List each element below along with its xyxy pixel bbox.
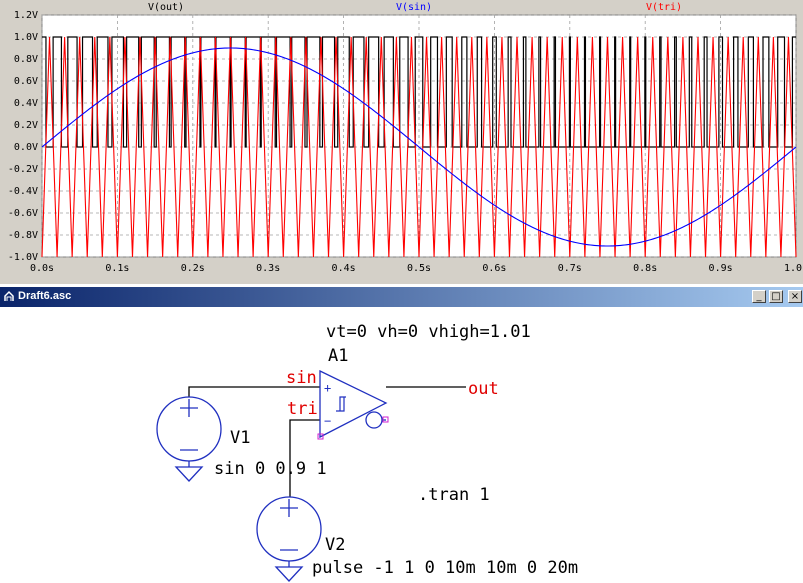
- schematic-window-titlebar[interactable]: Draft6.asc _ □ ×: [0, 287, 803, 307]
- ground-icon[interactable]: [174, 466, 204, 482]
- net-label-out[interactable]: out: [468, 379, 499, 399]
- hysteresis-icon: [336, 396, 346, 412]
- x-tick-label: 0.6s: [482, 263, 506, 274]
- x-tick-label: 0.9s: [709, 263, 733, 274]
- v1-value[interactable]: sin 0 0.9 1: [214, 459, 327, 479]
- y-tick-label: -0.8V: [8, 230, 38, 241]
- net-label-sin[interactable]: sin: [286, 368, 317, 388]
- trace-label-0[interactable]: V(out): [148, 2, 184, 13]
- x-tick-label: 0.8s: [633, 263, 657, 274]
- window-title: Draft6.asc: [18, 290, 72, 302]
- x-tick-label: 0.2s: [181, 263, 205, 274]
- trace-label-1[interactable]: V(sin): [396, 2, 432, 13]
- y-tick-label: 0.8V: [14, 54, 38, 65]
- x-tick-label: 1.0s: [784, 263, 803, 274]
- x-tick-label: 0.0s: [30, 263, 54, 274]
- x-tick-label: 0.4s: [332, 263, 356, 274]
- minimize-button[interactable]: _: [752, 290, 766, 303]
- x-tick-label: 0.5s: [407, 263, 431, 274]
- voltage-source-v2[interactable]: [256, 496, 322, 567]
- waveform-viewer[interactable]: 1.2V 1.0V 0.8V 0.6V 0.4V 0.2V 0.0V -0.2V -0.4V -0…: [0, 0, 803, 284]
- waveform-plot[interactable]: 1.2V 1.0V 0.8V 0.6V 0.4V 0.2V 0.0V -0.2V -0.4V -0…: [0, 0, 803, 284]
- output-bubble: [365, 411, 383, 429]
- wire-sin: [188, 386, 320, 397]
- instance-name-a1[interactable]: A1: [328, 346, 348, 366]
- v2-value[interactable]: pulse -1 1 0 10m 10m 0 20m: [312, 558, 578, 578]
- x-tick-label: 0.7s: [558, 263, 582, 274]
- y-tick-label: 0.6V: [14, 76, 38, 87]
- y-tick-label: 0.0V: [14, 142, 38, 153]
- trace-labels[interactable]: V(out) V(sin) V(tri): [148, 2, 682, 13]
- schematic-app-icon: [4, 290, 14, 301]
- v1-name[interactable]: V1: [230, 428, 250, 448]
- y-tick-label: -0.2V: [8, 164, 38, 175]
- y-tick-label: -0.4V: [8, 186, 38, 197]
- voltage-source-v1[interactable]: [156, 396, 222, 467]
- trace-label-2[interactable]: V(tri): [646, 2, 682, 13]
- y-tick-label: 0.2V: [14, 120, 38, 131]
- y-tick-label: 0.4V: [14, 98, 38, 109]
- comparator-params-text[interactable]: vt=0 vh=0 vhigh=1.01: [326, 322, 531, 342]
- net-label-tri[interactable]: tri: [287, 399, 318, 419]
- y-tick-label: -1.0V: [8, 252, 38, 263]
- schematic-drawing[interactable]: vt=0 vh=0 vhigh=1.01 A1 sin tri out + −: [0, 307, 803, 583]
- x-axis-ticks: 0.0s 0.1s 0.2s 0.3s 0.4s 0.5s 0.6s 0.7s 0.8s 0.9s…: [30, 263, 803, 274]
- plus-pin-label: +: [324, 381, 331, 395]
- schematic-canvas[interactable]: vt=0 vh=0 vhigh=1.01 A1 sin tri out + −: [0, 307, 803, 583]
- v2-name[interactable]: V2: [325, 535, 345, 555]
- y-axis-ticks: 1.2V 1.0V 0.8V 0.6V 0.4V 0.2V 0.0V -0.2V -0.4V -0…: [8, 10, 38, 263]
- x-tick-label: 0.1s: [105, 263, 129, 274]
- close-button[interactable]: ×: [788, 290, 802, 303]
- tran-directive[interactable]: .tran 1: [418, 485, 490, 505]
- x-tick-label: 0.3s: [256, 263, 280, 274]
- y-tick-label: 1.0V: [14, 32, 38, 43]
- y-tick-label: -0.6V: [8, 208, 38, 219]
- minus-pin-label: −: [324, 414, 331, 428]
- y-tick-label: 1.2V: [14, 10, 38, 21]
- comparator-symbol-a1[interactable]: + −: [317, 369, 389, 440]
- ground-icon[interactable]: [274, 566, 304, 582]
- maximize-button[interactable]: □: [769, 290, 783, 303]
